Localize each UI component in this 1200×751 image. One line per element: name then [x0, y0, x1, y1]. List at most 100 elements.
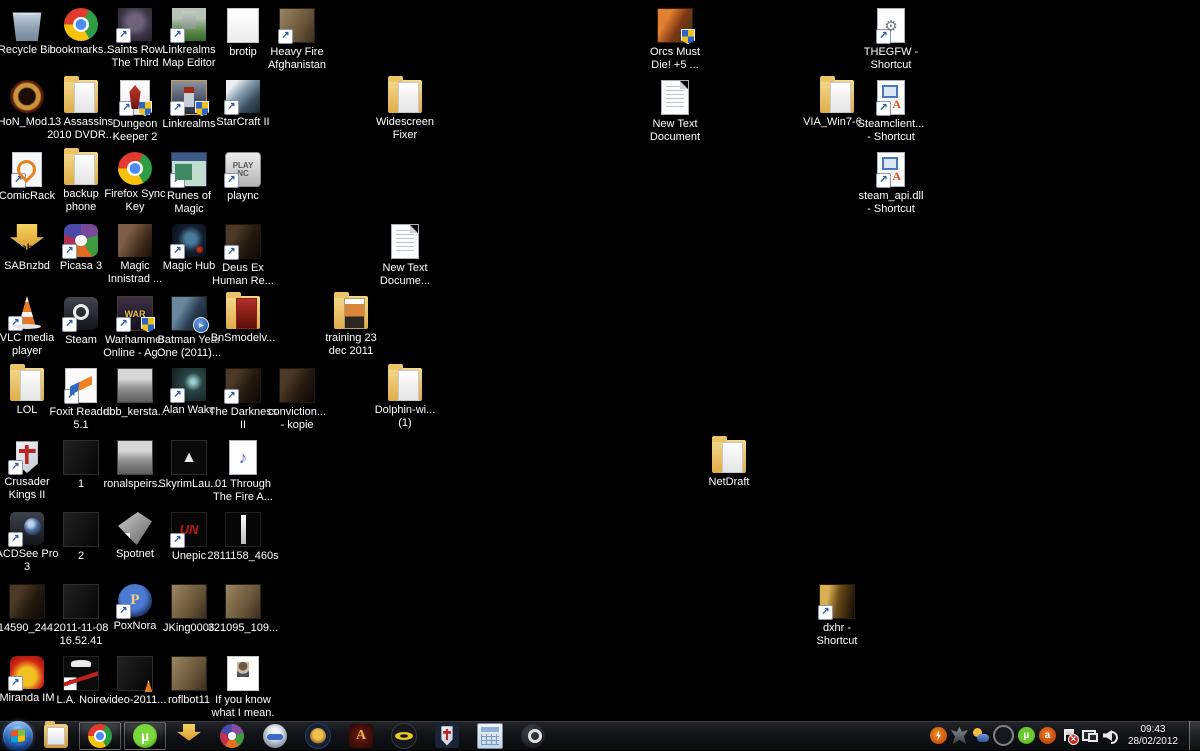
- arrow-overlay-icon: [64, 389, 79, 404]
- desktop-icon-new-text-document[interactable]: New TextDocument: [639, 80, 711, 144]
- system-tray: µa× 09:43 28/02/2012: [930, 721, 1200, 750]
- arrow-overlay-icon: [170, 173, 185, 188]
- desktop-icon-netdraft[interactable]: NetDraft: [693, 440, 765, 489]
- arrow-overlay-icon: [876, 173, 891, 188]
- start-button[interactable]: [3, 721, 33, 751]
- arrow-overlay-icon: [8, 676, 23, 691]
- folder-icon: [64, 80, 98, 113]
- desktop-icon-bnsmodel[interactable]: BnSmodelv...: [207, 296, 279, 345]
- icon-label: 01 ThroughThe Fire A...: [207, 478, 279, 504]
- ck2-icon: [10, 440, 44, 473]
- tray-clock[interactable]: 09:43 28/02/2012: [1123, 724, 1185, 748]
- desktop-icon-new-text-docume[interactable]: New TextDocume...: [369, 224, 441, 288]
- folder-icon: [10, 368, 44, 401]
- icon-label: Dolphin-wi...(1): [369, 404, 441, 430]
- desktop-icon-deus-ex-human-revolution[interactable]: Deus ExHuman Re...: [207, 224, 279, 288]
- taskbar-button-griffin-game[interactable]: [298, 723, 338, 749]
- taskbar-button-calculator[interactable]: [470, 723, 510, 749]
- arrow-overlay-icon: [62, 244, 77, 259]
- tray-icon-weather[interactable]: [972, 727, 989, 744]
- tray-icon-network[interactable]: [1081, 727, 1098, 744]
- sc2-icon: [226, 80, 260, 113]
- folder-icon: [388, 80, 422, 113]
- tray-icon-spiky-utility[interactable]: [951, 727, 968, 744]
- icon-label: New TextDocume...: [369, 262, 441, 288]
- taskbar-button-sabnzbd[interactable]: sab: [169, 723, 209, 749]
- age-game-icon: A: [349, 724, 373, 748]
- photo-tan-icon: [279, 8, 315, 43]
- icon-label: Heavy FireAfghanistan: [261, 46, 333, 72]
- arrow-overlay-icon: [170, 244, 185, 259]
- tray-icon-orange-a-app[interactable]: a: [1039, 727, 1056, 744]
- arrow-overlay-icon: [8, 316, 23, 331]
- tray-icon-volume[interactable]: [1102, 727, 1119, 744]
- griffin-game-icon: [305, 723, 331, 749]
- desktop-icon-2811158-460s[interactable]: 2811158_460s: [207, 512, 279, 563]
- arrow-overlay-icon: [8, 244, 23, 259]
- sabnzbd-icon: sab: [177, 724, 201, 748]
- tray-icon-action-center[interactable]: ×: [1060, 727, 1077, 744]
- utorrent-icon: µ: [133, 724, 157, 748]
- picasa-icon: [64, 224, 98, 257]
- clock-date: 28/02/2012: [1128, 736, 1178, 748]
- castle-icon: [172, 8, 206, 41]
- shield-overlay-icon: [681, 29, 695, 44]
- desktop-icon-if-you-know-what-i-mean[interactable]: If you knowwhat I mean.: [207, 656, 279, 720]
- taskbar-button-steam[interactable]: [513, 723, 553, 749]
- arrow-overlay-icon: [8, 532, 23, 547]
- desktop-icon-starcraft-2[interactable]: StarCraft II: [207, 80, 279, 129]
- desktop-icon-321095-109[interactable]: 321095_109...: [207, 584, 279, 635]
- taskbar-button-headset-app[interactable]: [255, 723, 295, 749]
- icon-glyph: ab: [10, 224, 44, 257]
- photo-dark-icon: [9, 584, 45, 619]
- orcs-icon: [657, 8, 693, 43]
- show-desktop-button[interactable]: [1189, 721, 1200, 750]
- meme-icon: [227, 656, 259, 691]
- arrow-overlay-icon: [224, 100, 239, 115]
- taskbar-button-chrome[interactable]: [79, 722, 121, 750]
- icon-label: NetDraft: [693, 476, 765, 489]
- unepic-icon: UN: [171, 512, 207, 547]
- swirl-icon: [172, 224, 206, 257]
- desktop-icon-steamclient-shortcut[interactable]: Steamclient...- Shortcut: [855, 80, 927, 144]
- tray-icon-utorrent-tray[interactable]: µ: [1018, 727, 1035, 744]
- desktop-icon-heavy-fire-afghanistan[interactable]: Heavy FireAfghanistan: [261, 8, 333, 72]
- desktop-icon-thegfw-shortcut[interactable]: THEGFW -Shortcut: [855, 8, 927, 72]
- arrow-overlay-icon: [62, 317, 77, 332]
- taskbar-button-age-game[interactable]: A: [341, 723, 381, 749]
- desktop-icon-steam-api-dll-shortcut[interactable]: steam_api.dll- Shortcut: [855, 152, 927, 216]
- arrow-overlay-icon: [818, 605, 833, 620]
- taskbar-button-picasa[interactable]: [212, 723, 252, 749]
- desktop-icon-plaync[interactable]: PLAY NCplaync: [207, 152, 279, 203]
- card-red-icon: [120, 80, 150, 115]
- folder-red-icon: [226, 296, 260, 329]
- icon-label: training 23dec 2011: [315, 332, 387, 358]
- desktop-icon-conviction-kopie[interactable]: conviction...- kopie: [261, 368, 333, 432]
- desktop-icon-orcs-must-die[interactable]: Orcs MustDie! +5 ...: [639, 8, 711, 72]
- recycle-icon: [10, 8, 44, 41]
- video-dark-icon: [63, 584, 99, 619]
- taskbar-button-windows-explorer[interactable]: [36, 723, 76, 749]
- icon-label: If you knowwhat I mean.: [207, 694, 279, 720]
- icon-label: BnSmodelv...: [207, 332, 279, 345]
- photo-dark-icon: [225, 224, 261, 259]
- arrow-overlay-icon: [170, 28, 185, 43]
- arrow-overlay-icon: [170, 101, 185, 116]
- taskbar-button-batman-game[interactable]: [384, 723, 424, 749]
- tray-icon-ring-utility[interactable]: [993, 725, 1014, 746]
- desktop-icon-dolphin-wi-1[interactable]: Dolphin-wi...(1): [369, 368, 441, 430]
- desktop-icon-01-through-the-fire[interactable]: 01 ThroughThe Fire A...: [207, 440, 279, 504]
- shield-overlay-icon: [138, 101, 152, 116]
- gear-doc-icon: [877, 8, 905, 43]
- desktop[interactable]: Recycle BinHoN_Mod...ComicRackabSABnzbdV…: [0, 0, 1200, 721]
- folder-icon: [64, 152, 98, 185]
- video-dark-icon: [63, 512, 99, 547]
- tray-icon-flame-utility[interactable]: [930, 727, 947, 744]
- taskbar-button-utorrent[interactable]: µ: [124, 722, 166, 750]
- desktop-icon-widescreen-fixer[interactable]: WidescreenFixer: [369, 80, 441, 142]
- chrome-icon: [118, 152, 152, 185]
- desktop-icon-training-23-dec-2011[interactable]: training 23dec 2011: [315, 296, 387, 358]
- taskbar-button-crusader-kings-2[interactable]: [427, 723, 467, 749]
- dxhr-icon: [819, 584, 855, 619]
- desktop-icon-dxhr-shortcut[interactable]: dxhr -Shortcut: [801, 584, 873, 648]
